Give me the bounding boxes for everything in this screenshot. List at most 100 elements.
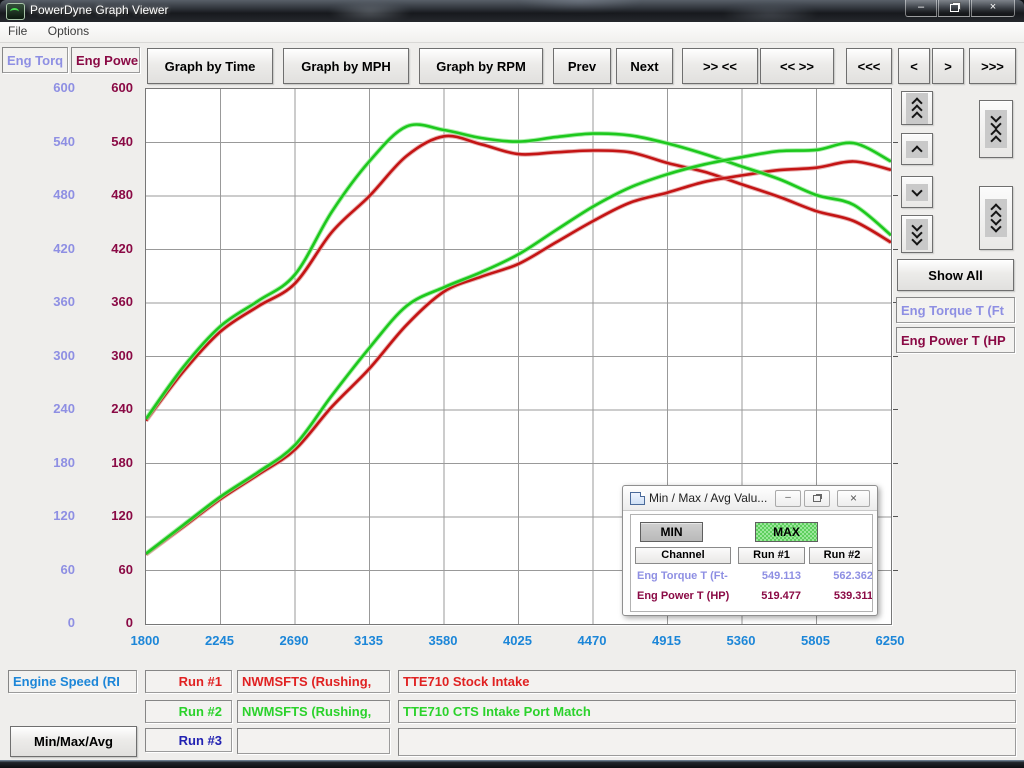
power-tick-label: 600 bbox=[0, 80, 133, 95]
right-axis-tick bbox=[891, 516, 898, 517]
right-axis-tick bbox=[891, 570, 898, 571]
torque-series-label[interactable]: Eng Torque T (Ft bbox=[896, 297, 1015, 323]
power-tick-label: 120 bbox=[0, 508, 133, 523]
menu-options[interactable]: Options bbox=[40, 22, 97, 40]
torque-channel-cell: Eng Torque T (Ft- bbox=[637, 570, 728, 582]
power-tick-label: 180 bbox=[0, 455, 133, 470]
right-axis-tick bbox=[891, 195, 898, 196]
power-channel-button[interactable]: Eng Powe bbox=[71, 47, 140, 73]
scale-down-fast-button[interactable] bbox=[901, 215, 933, 253]
run1-file-box[interactable]: NWMSFTS (Rushing, bbox=[237, 670, 390, 693]
power-tick-label: 360 bbox=[0, 294, 133, 309]
minmax-window-icon bbox=[630, 492, 645, 505]
graph-by-time-button[interactable]: Graph by Time bbox=[147, 48, 273, 84]
run2-label-box[interactable]: Run #2 bbox=[145, 700, 232, 723]
graph-by-rpm-button[interactable]: Graph by RPM bbox=[419, 48, 543, 84]
column-header-run1[interactable]: Run #1 bbox=[738, 547, 805, 564]
pan-right-button[interactable]: > bbox=[932, 48, 964, 84]
power-tick-label: 420 bbox=[0, 241, 133, 256]
rpm-tick-label: 3135 bbox=[339, 633, 399, 648]
rpm-tick-label: 1800 bbox=[115, 633, 175, 648]
right-axis-tick bbox=[891, 356, 898, 357]
power-run2-max-value: 539.311 bbox=[807, 590, 873, 602]
zoom-in-x-button[interactable]: >> << bbox=[682, 48, 758, 84]
right-axis-tick bbox=[891, 463, 898, 464]
rpm-tick-label: 3580 bbox=[413, 633, 473, 648]
powerdyne-window: PowerDyne Graph Viewer – × File Options … bbox=[0, 0, 1024, 768]
max-toggle-button[interactable]: MAX bbox=[755, 522, 818, 542]
minmax-table-panel: MIN MAX Channel Run #1 Run #2 Eng Torque… bbox=[630, 514, 873, 612]
minmax-close-button[interactable]: × bbox=[837, 490, 870, 507]
rpm-tick-label: 4915 bbox=[637, 633, 697, 648]
run2-desc-box[interactable]: TTE710 CTS Intake Port Match bbox=[398, 700, 1016, 723]
column-header-run2[interactable]: Run #2 bbox=[809, 547, 873, 564]
right-axis-tick bbox=[891, 142, 898, 143]
pan-left-button[interactable]: < bbox=[898, 48, 930, 84]
graph-by-mph-button[interactable]: Graph by MPH bbox=[283, 48, 409, 84]
chevron-up-triple-icon bbox=[906, 93, 928, 124]
title-bar[interactable]: PowerDyne Graph Viewer – × bbox=[0, 0, 1024, 22]
minmax-restore-button[interactable] bbox=[804, 490, 830, 507]
power-tick-label: 480 bbox=[0, 187, 133, 202]
power-tick-label: 300 bbox=[0, 348, 133, 363]
run2-file-box[interactable]: NWMSFTS (Rushing, bbox=[237, 700, 390, 723]
menu-file[interactable]: File bbox=[0, 22, 35, 40]
minmax-restore-icon bbox=[813, 495, 821, 502]
rpm-tick-label: 5805 bbox=[786, 633, 846, 648]
window-title: PowerDyne Graph Viewer bbox=[30, 3, 169, 17]
app-icon bbox=[6, 3, 25, 20]
run3-file-box[interactable] bbox=[237, 728, 390, 754]
scale-up-button[interactable] bbox=[901, 133, 933, 165]
right-axis-tick bbox=[891, 409, 898, 410]
close-button[interactable]: × bbox=[971, 0, 1015, 17]
scale-down-button[interactable] bbox=[901, 176, 933, 208]
minmax-window-titlebar[interactable]: Min / Max / Avg Valu... – × bbox=[623, 486, 877, 511]
power-run1-max-value: 519.477 bbox=[735, 590, 801, 602]
chevrons-compress-icon bbox=[985, 110, 1007, 148]
power-tick-label: 540 bbox=[0, 134, 133, 149]
rpm-tick-label: 2245 bbox=[190, 633, 250, 648]
power-tick-label: 240 bbox=[0, 401, 133, 416]
chevrons-expand-icon bbox=[985, 199, 1007, 237]
chevron-up-icon bbox=[906, 141, 928, 158]
minmax-avg-button[interactable]: Min/Max/Avg bbox=[10, 726, 137, 757]
run1-desc-box[interactable]: TTE710 Stock Intake bbox=[398, 670, 1016, 693]
x-channel-box[interactable]: Engine Speed (RI bbox=[8, 670, 137, 693]
right-axis-tick bbox=[891, 249, 898, 250]
power-tick-label: 0 bbox=[0, 615, 133, 630]
minmax-minimize-button[interactable]: – bbox=[775, 490, 801, 507]
power-tick-label: 60 bbox=[0, 562, 133, 577]
menu-bar: File Options bbox=[0, 22, 1024, 43]
minmax-window-title: Min / Max / Avg Valu... bbox=[649, 491, 767, 505]
pan-left-fast-button[interactable]: <<< bbox=[846, 48, 892, 84]
restore-button[interactable] bbox=[938, 0, 970, 17]
zoom-out-x-button[interactable]: << >> bbox=[760, 48, 834, 84]
rpm-tick-label: 4470 bbox=[562, 633, 622, 648]
power-channel-cell: Eng Power T (HP) bbox=[637, 590, 729, 602]
column-header-channel[interactable]: Channel bbox=[635, 547, 731, 564]
scale-up-fast-button[interactable] bbox=[901, 91, 933, 125]
power-series-label[interactable]: Eng Power T (HP bbox=[896, 327, 1015, 353]
chevron-down-triple-icon bbox=[906, 219, 928, 250]
expand-scale-button[interactable] bbox=[979, 186, 1013, 250]
minmax-values-window[interactable]: Min / Max / Avg Valu... – × MIN MAX Chan… bbox=[622, 485, 878, 616]
run3-label-box[interactable]: Run #3 bbox=[145, 728, 232, 752]
client-area: Eng Torq Eng Powe Graph by Time Graph by… bbox=[0, 43, 1024, 760]
pan-right-fast-button[interactable]: >>> bbox=[969, 48, 1016, 84]
compress-scale-button[interactable] bbox=[979, 100, 1013, 158]
minimize-button[interactable]: – bbox=[905, 0, 937, 17]
rpm-tick-label: 4025 bbox=[488, 633, 548, 648]
prev-button[interactable]: Prev bbox=[553, 48, 611, 84]
torque-run2-max-value: 562.362 bbox=[807, 570, 873, 582]
next-button[interactable]: Next bbox=[616, 48, 673, 84]
rpm-tick-label: 6250 bbox=[860, 633, 920, 648]
aero-glass-decoration bbox=[250, 0, 950, 22]
restore-icon bbox=[950, 4, 959, 12]
run3-desc-box[interactable] bbox=[398, 728, 1016, 756]
torque-channel-button[interactable]: Eng Torq bbox=[2, 47, 68, 73]
rpm-tick-label: 5360 bbox=[711, 633, 771, 648]
min-toggle-button[interactable]: MIN bbox=[640, 522, 703, 542]
torque-run1-max-value: 549.113 bbox=[735, 570, 801, 582]
show-all-button[interactable]: Show All bbox=[897, 259, 1014, 291]
run1-label-box[interactable]: Run #1 bbox=[145, 670, 232, 693]
